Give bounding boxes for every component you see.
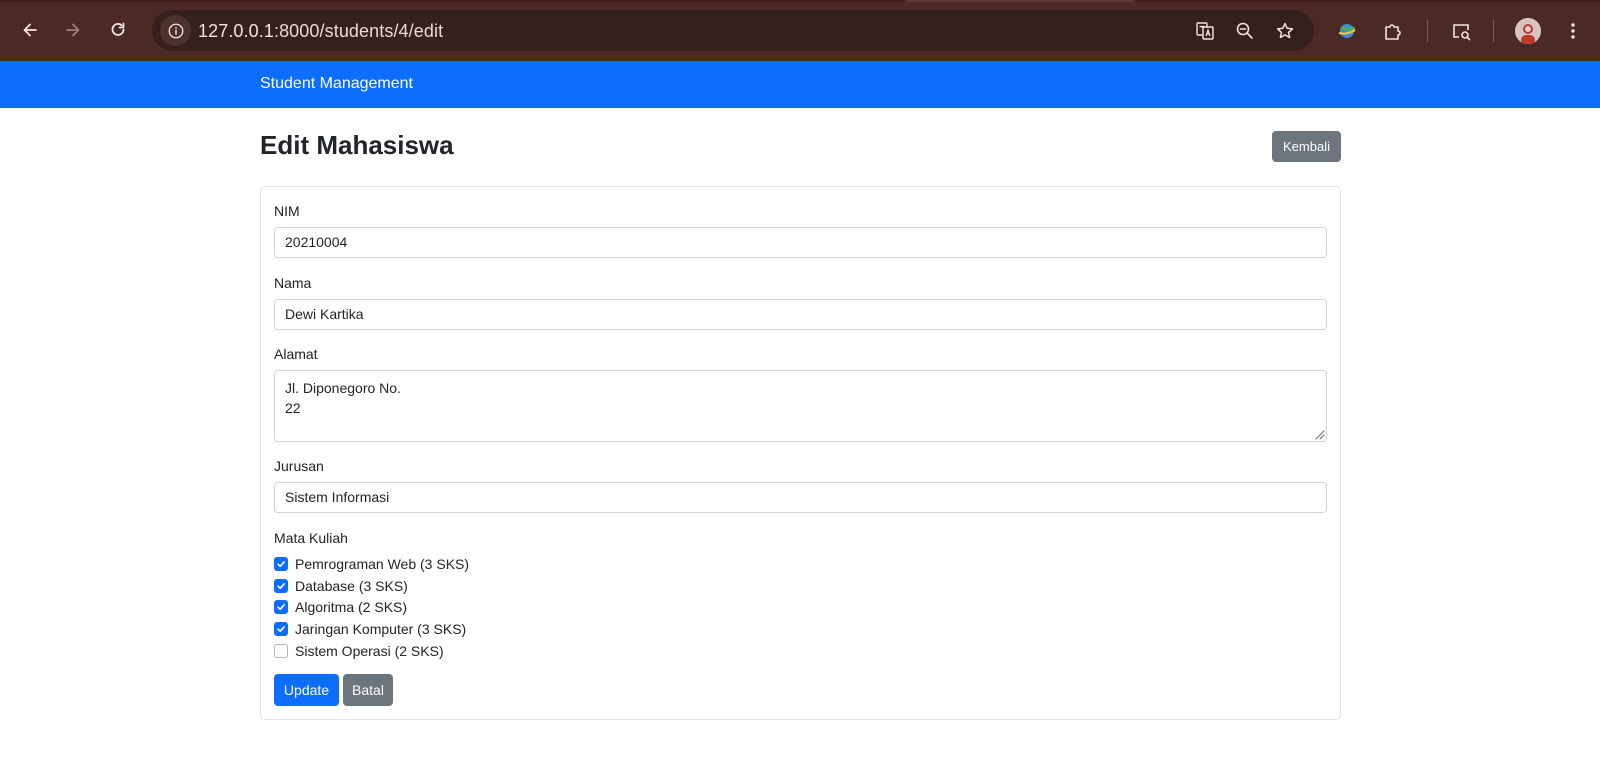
course-label: Jaringan Komputer (3 SKS)	[295, 621, 467, 637]
toolbar-separator	[1427, 20, 1428, 42]
bookmark-button[interactable]	[1272, 18, 1298, 44]
nama-label: Nama	[274, 275, 312, 291]
jurusan-label: Jurusan	[274, 458, 324, 474]
profile-avatar-icon	[1515, 18, 1541, 44]
course-label: Sistem Operasi (2 SKS)	[295, 643, 444, 659]
tab-strip	[0, 0, 1600, 2]
tab-search-button[interactable]	[1447, 17, 1475, 45]
active-tab-edge	[905, 0, 1135, 2]
url-text[interactable]: 127.0.0.1:8000/students/4/edit	[198, 21, 443, 42]
batal-button[interactable]: Batal	[343, 674, 393, 706]
url-path: :8000/students/4/edit	[273, 21, 444, 41]
translate-icon	[1196, 22, 1214, 40]
mata-kuliah-label: Mata Kuliah	[274, 530, 348, 546]
course-option[interactable]: Jaringan Komputer (3 SKS)	[274, 619, 466, 639]
course-option[interactable]: Database (3 SKS)	[274, 576, 408, 596]
checkmark-icon	[277, 604, 285, 611]
kebab-menu-icon	[1571, 23, 1575, 39]
course-checkbox-1[interactable]	[274, 579, 288, 593]
extension-button[interactable]	[1333, 17, 1361, 45]
update-button[interactable]: Update	[274, 674, 339, 706]
extensions-puzzle-icon	[1385, 24, 1401, 40]
site-info-button[interactable]	[160, 15, 191, 46]
browser-toolbar: 127.0.0.1:8000/students/4/edit	[0, 0, 1600, 61]
page-title: Edit Mahasiswa	[260, 130, 454, 160]
edit-form-card	[260, 186, 1341, 720]
course-checkbox-4[interactable]	[274, 644, 288, 658]
nim-label: NIM	[274, 203, 300, 219]
translate-button[interactable]	[1192, 18, 1218, 44]
profile-avatar[interactable]	[1515, 18, 1541, 44]
kembali-button[interactable]: Kembali	[1272, 131, 1341, 162]
forward-icon	[66, 23, 80, 37]
checkmark-icon	[277, 583, 285, 590]
course-label: Algoritma (2 SKS)	[295, 599, 408, 615]
course-label: Pemrograman Web (3 SKS)	[295, 556, 470, 572]
checkmark-icon	[277, 626, 285, 633]
course-checkbox-0[interactable]	[274, 557, 288, 571]
toolbar-separator	[1493, 20, 1494, 42]
forward-button[interactable]	[57, 14, 89, 46]
info-icon	[168, 23, 183, 38]
zoom-button[interactable]	[1232, 18, 1258, 44]
nim-input[interactable]: 20210004	[274, 227, 1327, 258]
alamat-label: Alamat	[274, 346, 318, 362]
alamat-textarea[interactable]: Jl. Diponegoro No. 22	[274, 370, 1327, 442]
course-checkbox-3[interactable]	[274, 622, 288, 636]
extensions-menu-button[interactable]	[1379, 17, 1407, 45]
navbar-brand[interactable]: Student Management	[260, 75, 413, 93]
browser-menu-button[interactable]	[1559, 17, 1587, 45]
url-host: 127.0.0.1	[198, 21, 274, 41]
course-label: Database (3 SKS)	[295, 578, 408, 594]
tab-search-icon	[1453, 24, 1471, 41]
extension-globe-icon	[1338, 24, 1356, 38]
back-button[interactable]	[14, 14, 46, 46]
course-option[interactable]: Pemrograman Web (3 SKS)	[274, 554, 469, 574]
checkmark-icon	[277, 561, 285, 568]
zoom-icon	[1236, 22, 1253, 39]
address-bar[interactable]: 127.0.0.1:8000/students/4/edit	[152, 10, 1314, 51]
reload-icon	[111, 22, 125, 36]
back-icon	[23, 23, 37, 37]
bookmark-star-icon	[1276, 22, 1294, 39]
course-checkbox-2[interactable]	[274, 600, 288, 614]
nama-input[interactable]: Dewi Kartika	[274, 299, 1327, 330]
app-navbar: Student Management	[0, 61, 1600, 108]
course-option[interactable]: Sistem Operasi (2 SKS)	[274, 641, 444, 661]
textarea-resize-handle-icon[interactable]	[1313, 428, 1325, 440]
course-option[interactable]: Algoritma (2 SKS)	[274, 597, 407, 617]
reload-button[interactable]	[102, 14, 134, 46]
jurusan-input[interactable]: Sistem Informasi	[274, 482, 1327, 513]
